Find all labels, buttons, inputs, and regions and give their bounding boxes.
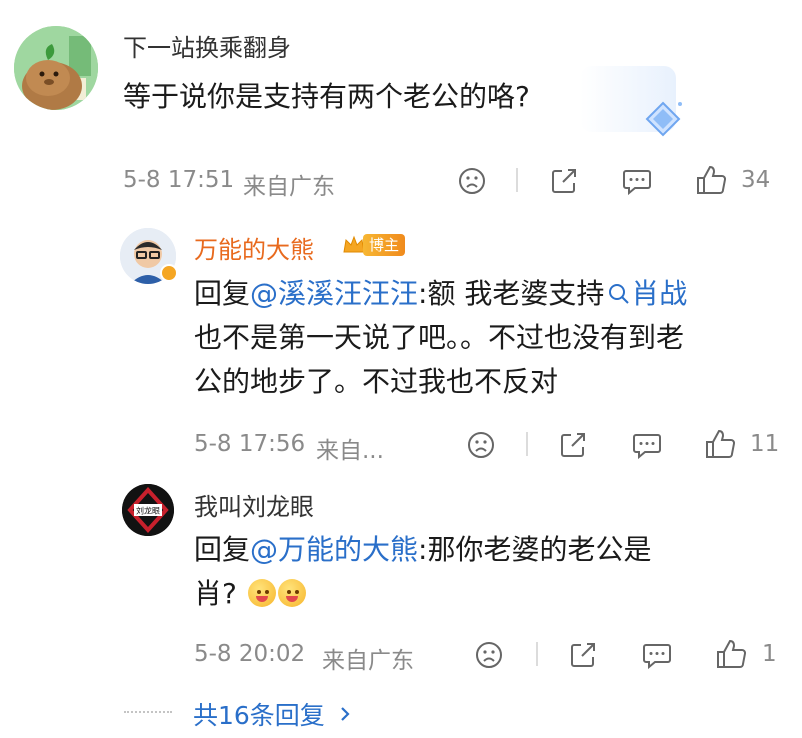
share-button[interactable] — [547, 164, 581, 198]
comment-text-part: :那你老婆的老公是 — [418, 533, 652, 566]
sad-face-icon — [476, 642, 502, 668]
comment-icon — [633, 434, 661, 460]
like-button[interactable] — [714, 636, 748, 672]
smiling-face-emoji-icon — [277, 579, 306, 607]
reply-button[interactable] — [640, 638, 674, 672]
divider — [516, 168, 518, 192]
diamond-icon — [644, 100, 682, 137]
smiling-face-emoji-icon — [247, 579, 276, 607]
search-icon — [609, 284, 629, 304]
like-count: 34 — [741, 167, 771, 193]
sad-face-icon — [459, 168, 485, 194]
comment-text-part: :额 我老婆支持 — [418, 277, 605, 310]
dislike-button[interactable] — [455, 164, 489, 198]
search-topic-label: 肖战 — [631, 277, 688, 310]
share-icon — [552, 169, 576, 193]
comment-text: 等于说你是支持有两个老公的咯? — [123, 80, 530, 113]
capybara-avatar-icon — [14, 26, 98, 110]
like-count: 1 — [762, 641, 777, 667]
avatar[interactable]: 刘龙眼 — [122, 484, 174, 536]
comment-location: 来自... — [316, 438, 384, 464]
share-icon — [571, 643, 595, 667]
like-button[interactable] — [703, 426, 737, 462]
comment-username[interactable]: 万能的大熊 — [194, 230, 314, 265]
thumbs-up-icon — [717, 639, 746, 668]
like-button[interactable] — [694, 162, 728, 198]
thumbs-up-icon — [697, 165, 726, 194]
share-button[interactable] — [566, 638, 600, 672]
dotted-line — [124, 711, 172, 713]
comment-text-line: 肖? — [194, 577, 237, 610]
thumbs-up-icon — [706, 429, 735, 458]
comment-icon — [643, 644, 671, 670]
reply-button[interactable] — [620, 164, 654, 198]
avatar[interactable] — [14, 26, 98, 110]
comment-username[interactable]: 下一站换乘翻身 — [123, 28, 291, 63]
sad-face-icon — [468, 432, 494, 458]
reply-prefix: 回复 — [194, 533, 251, 566]
reply-prefix: 回复 — [194, 277, 251, 310]
verified-badge-icon — [160, 264, 178, 282]
blogger-badge: 博主 — [341, 232, 406, 258]
chevron-right-icon — [341, 707, 350, 721]
mention-link[interactable]: @万能的大熊 — [250, 533, 418, 566]
more-replies-link[interactable]: 共16条回复 — [193, 696, 355, 732]
comment-text: 回复@万能的大熊:那你老婆的老公是 肖? — [194, 528, 794, 616]
more-replies-label: 共16条回复 — [193, 701, 325, 730]
badge-label: 博主 — [363, 234, 406, 256]
comment-icon — [623, 170, 651, 196]
comment-text-line: 公的地步了。不过我也不反对 — [194, 365, 559, 398]
dislike-button[interactable] — [472, 638, 506, 672]
like-count: 11 — [750, 431, 780, 457]
divider — [526, 432, 528, 456]
divider — [536, 642, 538, 666]
comment-text-line: 也不是第一天说了吧。。不过也没有到老 — [194, 321, 685, 354]
search-topic-link[interactable]: 肖战 — [607, 277, 687, 310]
dislike-button[interactable] — [464, 428, 498, 462]
comment-time: 5-8 17:56 — [194, 431, 306, 457]
comment-text: 回复@溪溪汪汪汪:额 我老婆支持 肖战 也不是第一天说了吧。。不过也没有到老 公… — [194, 272, 794, 404]
comment-username[interactable]: 我叫刘龙眼 — [194, 487, 314, 522]
comment-time: 5-8 20:02 — [194, 641, 306, 667]
avatar-label: 刘龙眼 — [136, 506, 160, 516]
comment-location: 来自广东 — [243, 174, 335, 200]
share-icon — [561, 433, 585, 457]
comment-time: 5-8 17:51 — [123, 167, 235, 193]
mention-link[interactable]: @溪溪汪汪汪 — [250, 277, 418, 310]
reply-button[interactable] — [630, 428, 664, 462]
comment-location: 来自广东 — [322, 648, 414, 674]
share-button[interactable] — [556, 428, 590, 462]
